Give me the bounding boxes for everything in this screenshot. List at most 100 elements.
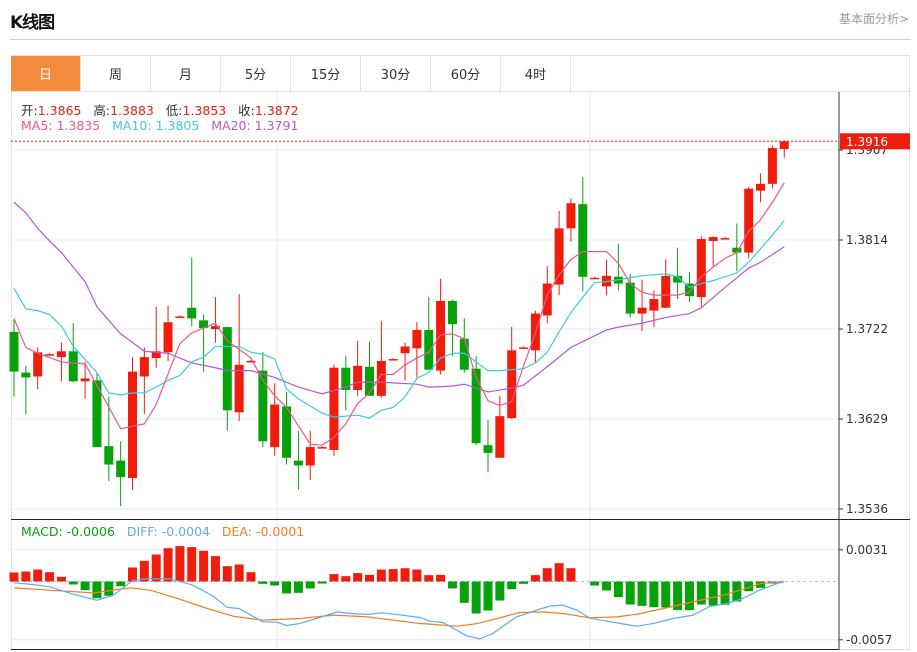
- macd-bar-positive: [542, 568, 552, 582]
- macd-bar-positive: [341, 576, 351, 582]
- y-tick-label: 1.3722: [846, 322, 888, 336]
- macd-bar-positive: [128, 567, 137, 582]
- macd-bar-negative: [116, 581, 126, 587]
- y-tick-label: 1.3814: [846, 233, 888, 247]
- macd-y-tick-label: -0.0057: [846, 633, 892, 647]
- candle-down: [578, 204, 588, 277]
- candle-up: [139, 357, 149, 377]
- ohlc-legend: 开:1.3865 高:1.3883 低:1.3853 收:1.3872: [21, 100, 299, 119]
- macd-bar-negative: [602, 581, 611, 591]
- high-label: 高:: [93, 103, 111, 118]
- close-value: 1.3872: [254, 103, 299, 118]
- macd-bar-positive: [376, 569, 386, 582]
- macd-bar-positive: [210, 556, 220, 582]
- candle-down: [9, 331, 19, 372]
- candle-up: [756, 183, 766, 191]
- candle-down: [68, 351, 78, 382]
- candle-up: [566, 203, 576, 229]
- candle-up: [590, 277, 600, 280]
- macd-bar-negative: [649, 581, 659, 608]
- candle-up: [519, 347, 529, 349]
- candle-down: [471, 368, 481, 444]
- candle-up: [637, 307, 647, 314]
- candle-up: [234, 364, 244, 413]
- macd-bar-positive: [234, 564, 244, 582]
- macd-bar-negative: [68, 581, 78, 585]
- high-value: 1.3883: [110, 103, 154, 118]
- macd-bar-positive: [530, 575, 540, 582]
- candle-up: [80, 378, 90, 382]
- open-label: 开:: [21, 103, 38, 118]
- y-tick-label: 1.3629: [846, 412, 888, 426]
- kline-chart[interactable]: 1.39071.38141.37221.36291.35360.0031-0.0…: [0, 0, 917, 652]
- ma5-legend: MA5: 1.3835: [21, 118, 101, 133]
- candle-up: [649, 299, 659, 311]
- macd-bar-positive: [353, 573, 363, 582]
- macd-bar-positive: [246, 572, 256, 582]
- candle-up: [353, 365, 363, 390]
- macd-bar-negative: [258, 581, 268, 584]
- candle-up: [33, 352, 43, 377]
- candle-down: [625, 282, 635, 314]
- candle-up: [317, 447, 327, 449]
- macd-y-tick-label: 0.0031: [846, 543, 888, 557]
- macd-bar-negative: [625, 581, 635, 605]
- candle-up: [412, 330, 422, 349]
- dea-legend-value: DEA: -0.0001: [221, 524, 305, 539]
- candle-down: [21, 372, 31, 378]
- macd-bar-negative: [483, 581, 493, 611]
- candle-up: [163, 322, 173, 353]
- macd-bar-negative: [661, 581, 671, 608]
- ma20-legend: MA20: 1.3791: [211, 118, 299, 133]
- candle-up: [56, 351, 66, 358]
- macd-bar-negative: [519, 581, 529, 584]
- macd-bar-positive: [329, 574, 339, 582]
- macd-bar-positive: [151, 554, 161, 582]
- macd-bar-negative: [305, 581, 315, 589]
- macd-bar-negative: [447, 581, 457, 589]
- candle-down: [293, 460, 303, 466]
- candle-down: [483, 445, 493, 453]
- candle-down: [104, 446, 114, 465]
- macd-bar-negative: [104, 581, 114, 596]
- macd-legend: MACD: -0.0006 DIFF: -0.0004 DEA: -0.0001: [21, 524, 304, 539]
- macd-bar-positive: [9, 572, 19, 582]
- macd-bar-negative: [317, 581, 327, 584]
- candle-down: [684, 283, 694, 297]
- candle-down: [424, 330, 434, 370]
- low-label: 低:: [165, 103, 183, 118]
- macd-bar-positive: [388, 569, 398, 582]
- macd-bar-positive: [21, 571, 31, 582]
- candle-down: [282, 406, 292, 458]
- macd-bar-positive: [175, 546, 185, 582]
- diff-legend-value: DIFF: -0.0004: [126, 524, 210, 539]
- macd-bar-positive: [45, 572, 55, 582]
- macd-bar-positive: [56, 576, 66, 582]
- candle-up: [175, 316, 185, 318]
- macd-bar-positive: [436, 574, 446, 582]
- macd-bar-positive: [199, 550, 209, 582]
- candle-up: [388, 359, 398, 361]
- candle-up: [400, 346, 410, 354]
- candle-down: [447, 300, 457, 325]
- macd-bar-negative: [92, 581, 102, 599]
- macd-bar-positive: [400, 568, 410, 582]
- macd-bar-positive: [365, 574, 374, 582]
- candle-up: [128, 371, 137, 479]
- candle-up: [720, 238, 730, 240]
- current-price-label: 1.3916: [846, 135, 888, 149]
- macd-bar-positive: [412, 569, 422, 582]
- candle-down: [116, 460, 126, 478]
- candle-up: [305, 447, 315, 466]
- macd-bar-negative: [613, 581, 623, 598]
- macd-bar-negative: [684, 581, 694, 611]
- candle-down: [187, 307, 197, 319]
- macd-bar-negative: [720, 581, 730, 605]
- macd-bar-negative: [459, 581, 469, 603]
- candle-down: [365, 366, 374, 396]
- candle-up: [270, 404, 280, 448]
- macd-bar-negative: [495, 581, 505, 601]
- macd-bar-negative: [270, 581, 280, 586]
- candle-up: [708, 237, 718, 241]
- macd-bar-negative: [282, 581, 292, 594]
